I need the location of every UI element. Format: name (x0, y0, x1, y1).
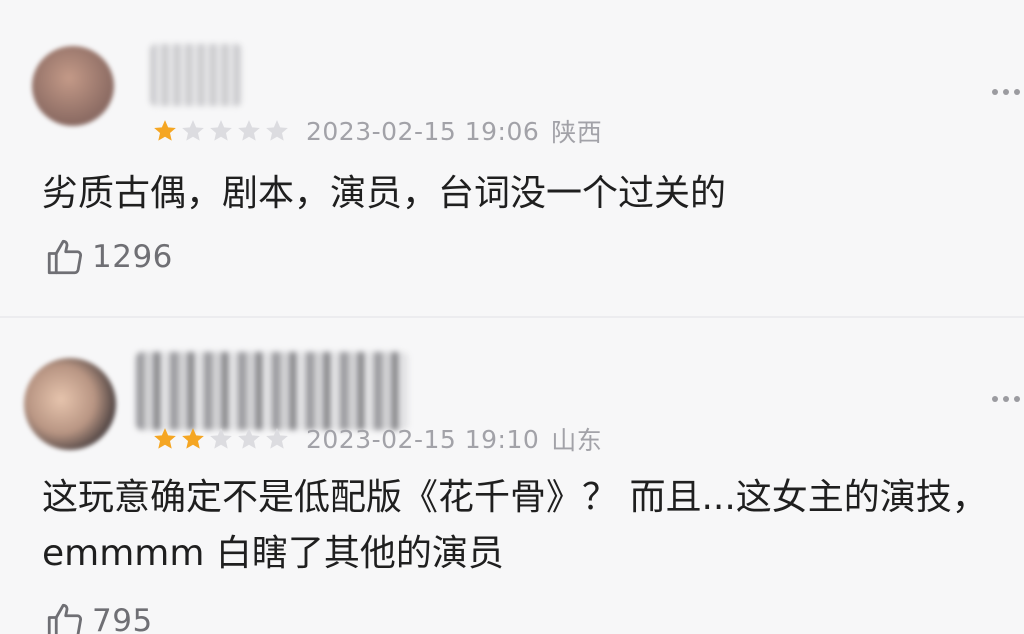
star-empty-icon (266, 428, 288, 449)
comment-date: 2023-02-15 19:10 (306, 424, 540, 454)
star-filled-icon (154, 120, 176, 141)
star-filled-icon (182, 428, 204, 449)
comment-text: 这玩意确定不是低配版《花千骨》？ 而且...这女主的演技，emmmm 白瞎了其他… (42, 477, 988, 574)
star-empty-icon (182, 120, 204, 141)
more-dots-icon[interactable] (992, 89, 1020, 95)
comment-card: 2023-02-15 19:10 山东 这玩意确定不是低配版《花千骨》？ 而且.… (0, 318, 1024, 634)
avatar[interactable] (14, 348, 126, 460)
comment-feed: 2023-02-15 19:06 陕西 劣质古偶，剧本，演员，台词没一个过关的 … (0, 0, 1024, 634)
star-empty-icon (210, 120, 232, 141)
star-rating (152, 118, 290, 144)
comment-text: 劣质古偶，剧本，演员，台词没一个过关的 (42, 173, 727, 214)
comment-date: 2023-02-15 19:06 (306, 116, 540, 146)
like-button[interactable]: 1296 (44, 236, 173, 278)
comment-meta: 2023-02-15 19:10 山东 (152, 422, 602, 456)
star-empty-icon (266, 120, 288, 141)
thumbs-up-icon (47, 239, 83, 275)
star-filled-icon (154, 428, 176, 449)
comment-meta: 2023-02-15 19:06 陕西 (152, 114, 602, 148)
comment-region: 陕西 (551, 118, 603, 147)
star-empty-icon (210, 428, 232, 449)
comment-region: 山东 (551, 426, 603, 455)
star-empty-icon (238, 428, 260, 449)
like-count: 1296 (92, 239, 173, 275)
like-count: 795 (92, 603, 153, 634)
thumbs-up-icon (47, 603, 83, 634)
username-redacted[interactable] (150, 44, 242, 106)
more-dots-icon[interactable] (992, 396, 1020, 402)
star-empty-icon (238, 120, 260, 141)
avatar[interactable] (14, 36, 132, 134)
like-button[interactable]: 795 (44, 600, 153, 634)
comment-card: 2023-02-15 19:06 陕西 劣质古偶，剧本，演员，台词没一个过关的 … (0, 0, 1024, 318)
username-redacted[interactable] (136, 352, 408, 430)
star-rating (152, 426, 290, 452)
